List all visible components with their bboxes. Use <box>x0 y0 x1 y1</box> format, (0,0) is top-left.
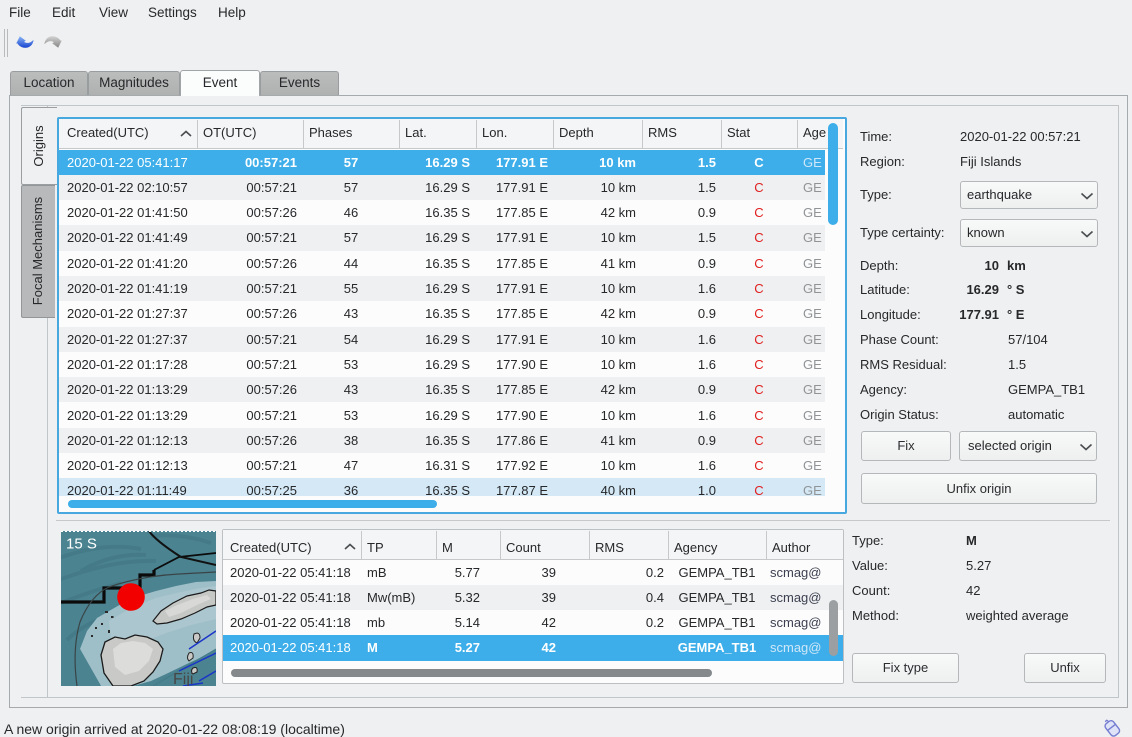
svg-text:Fiji: Fiji <box>173 671 193 686</box>
svg-text:15 S: 15 S <box>66 536 97 553</box>
